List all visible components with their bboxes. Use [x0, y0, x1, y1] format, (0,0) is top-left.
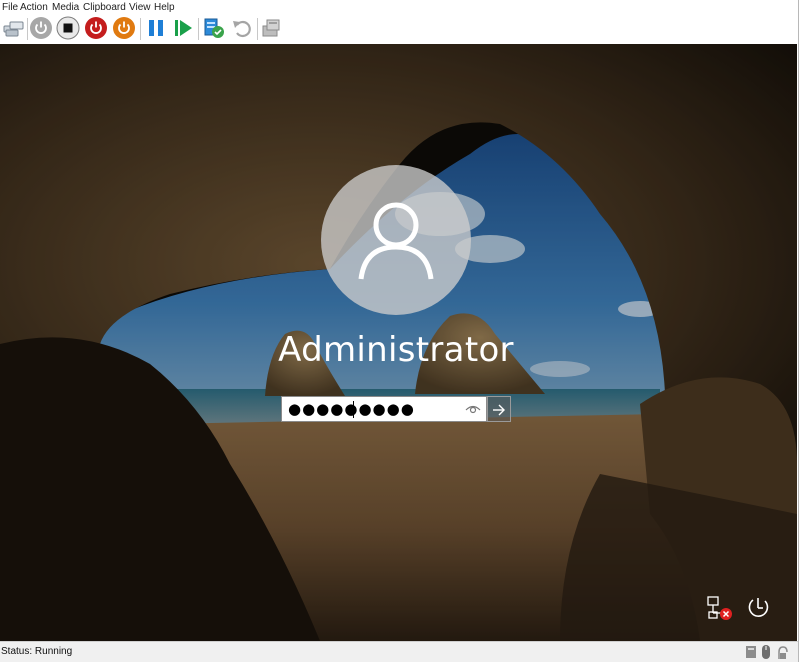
toolbar-separator: [198, 18, 199, 40]
resume-button[interactable]: [171, 16, 195, 40]
submit-button[interactable]: [487, 396, 511, 422]
turn-off-button[interactable]: [56, 16, 80, 40]
status-bar: Status: Running: [0, 641, 798, 662]
toolbar-separator: [27, 18, 28, 40]
menu-view[interactable]: View: [129, 2, 151, 13]
user-icon: [358, 202, 434, 280]
menu-help[interactable]: Help: [154, 2, 175, 13]
enhanced-session-button[interactable]: [260, 16, 284, 40]
menu-bar: File Action Media Clipboard View Help: [0, 0, 798, 14]
shut-down-button[interactable]: [84, 16, 108, 40]
resume-icon: [175, 20, 192, 36]
network-disconnected-icon[interactable]: [706, 595, 734, 621]
user-avatar: [321, 165, 471, 315]
toolbar-separator: [140, 18, 141, 40]
lock-icon: [778, 646, 788, 659]
start-icon: [30, 17, 52, 39]
status-text: Status: Running: [1, 646, 73, 657]
pause-icon: [149, 20, 163, 36]
username-label: Administrator: [278, 330, 514, 370]
save-state-button[interactable]: [112, 16, 136, 40]
menu-file[interactable]: File: [2, 2, 18, 13]
menu-clipboard[interactable]: Clipboard: [83, 2, 126, 13]
vm-screen[interactable]: Administrator ●●●●●●●●●: [0, 44, 797, 641]
pause-button[interactable]: [144, 16, 168, 40]
password-input[interactable]: ●●●●●●●●●: [281, 396, 487, 422]
enhanced-session-icon: [262, 19, 280, 37]
ctrl-alt-del-icon: [3, 21, 24, 37]
save-state-icon: [113, 17, 135, 39]
shut-down-icon: [85, 17, 107, 39]
toolbar: [0, 14, 798, 44]
ctrl-alt-del-button[interactable]: [2, 16, 26, 40]
menu-media[interactable]: Media: [52, 2, 79, 13]
toolbar-separator: [257, 18, 258, 40]
power-options-icon[interactable]: [744, 595, 772, 621]
turn-off-icon: [56, 16, 80, 40]
eye-icon[interactable]: [465, 401, 481, 417]
arrow-right-icon: [493, 404, 505, 416]
menu-action[interactable]: Action: [20, 2, 48, 13]
checkpoint-icon: [204, 18, 224, 38]
revert-button[interactable]: [230, 16, 254, 40]
password-value: ●●●●●●●●●: [288, 400, 415, 418]
text-caret: [353, 401, 354, 418]
keyboard-icon: [746, 646, 756, 658]
revert-icon: [233, 20, 251, 38]
mouse-icon: [762, 645, 770, 659]
vm-connection-window: File Action Media Clipboard View Help Ad…: [0, 0, 799, 662]
checkpoint-button[interactable]: [202, 16, 226, 40]
start-button[interactable]: [29, 16, 53, 40]
